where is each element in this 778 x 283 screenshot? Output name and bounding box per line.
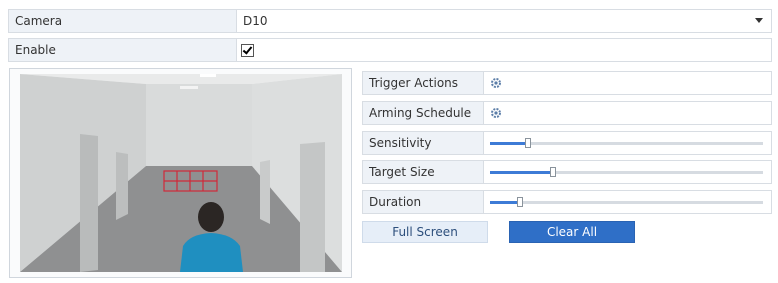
gear-icon[interactable] [490, 77, 502, 89]
camera-select-value: D10 [243, 14, 268, 28]
target-size-slider[interactable] [490, 167, 763, 177]
sensitivity-label: Sensitivity [363, 132, 484, 154]
target-size-slider-fill [490, 171, 553, 174]
duration-label: Duration [363, 191, 484, 213]
target-size-slider-handle[interactable] [549, 167, 556, 177]
duration-row: Duration [362, 190, 772, 214]
clear-all-button[interactable]: Clear All [509, 221, 635, 243]
enable-row: Enable [8, 38, 772, 62]
camera-feed-image [20, 74, 342, 272]
video-preview-frame [9, 68, 352, 278]
camera-label: Camera [9, 10, 237, 32]
chevron-down-icon[interactable] [755, 18, 763, 23]
target-size-label: Target Size [363, 161, 484, 183]
arming-schedule-row: Arming Schedule [362, 101, 772, 125]
duration-slider-handle[interactable] [517, 197, 524, 207]
camera-row: Camera D10 [8, 9, 772, 33]
sensitivity-row: Sensitivity [362, 131, 772, 155]
enable-label: Enable [9, 39, 237, 61]
sensitivity-slider[interactable] [490, 138, 763, 148]
video-preview[interactable] [20, 74, 342, 272]
sensitivity-slider-fill [490, 142, 529, 145]
gear-icon[interactable] [490, 107, 502, 119]
duration-slider[interactable] [490, 197, 763, 207]
trigger-actions-label: Trigger Actions [363, 72, 484, 94]
enable-checkbox[interactable] [241, 43, 254, 57]
camera-select[interactable]: D10 [237, 10, 771, 32]
trigger-actions-row: Trigger Actions [362, 71, 772, 95]
target-size-row: Target Size [362, 160, 772, 184]
duration-slider-fill [490, 201, 521, 204]
sensitivity-slider-handle[interactable] [525, 138, 532, 148]
arming-schedule-label: Arming Schedule [363, 102, 484, 124]
full-screen-button[interactable]: Full Screen [362, 221, 488, 243]
